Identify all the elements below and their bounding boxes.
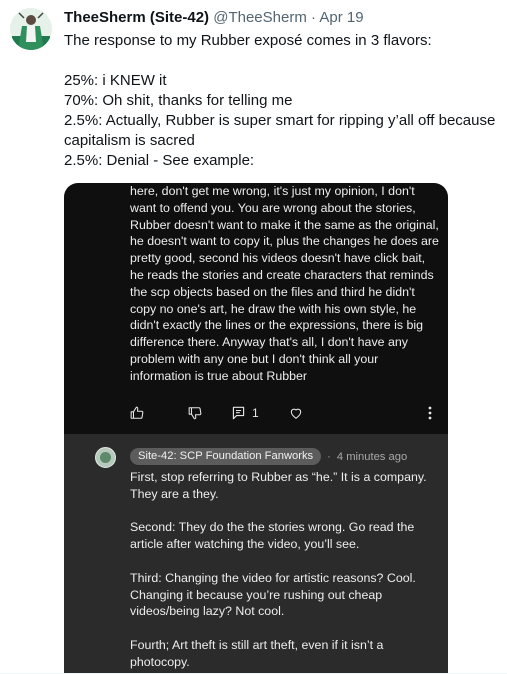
more-options-button[interactable] [428,403,432,423]
heart-icon [290,408,302,419]
reply-meta: Site-42: SCP Foundation Fanworks · 4 min… [130,448,407,465]
reply-time-separator: · [327,450,331,463]
comment-actions: 1 [64,403,448,425]
thumbs-up-icon [130,406,144,419]
embedded-screenshot[interactable]: here, don't get me wrong, it's just my o… [64,183,448,674]
reply-avatar-logo [100,452,111,463]
reply-avatar[interactable] [95,447,116,468]
reply-paragraph: Third: Changing the video for artistic r… [130,570,416,619]
tweet-line: 2.5%: Denial - See example: [64,152,255,169]
author-name[interactable]: TheeSherm (Site-42) [64,9,209,26]
reply-paragraph: Fourth; Art theft is still art theft, ev… [130,637,384,669]
like-button[interactable] [130,403,144,423]
thumbs-down-icon [188,407,202,420]
tweet-line: 2.5%: Actually, Rubber is super smart fo… [64,112,496,149]
reply-text: First, stop referring to Rubber as “he.”… [130,469,436,671]
tweet-date[interactable]: Apr 19 [319,9,363,26]
more-vertical-icon [428,406,432,420]
replies-button[interactable]: 1 [232,403,259,423]
heart-button[interactable] [289,403,303,423]
original-comment-text: here, don't get me wrong, it's just my o… [130,184,439,383]
author-avatar[interactable] [10,8,52,50]
reply-count: 1 [252,406,259,420]
reply-paragraph: Second: They do the the stories wrong. G… [130,520,415,552]
dislike-button[interactable] [188,403,202,423]
tweet-line: 70%: Oh shit, thanks for telling me [64,92,293,109]
channel-name-badge[interactable]: Site-42: SCP Foundation Fanworks [130,448,322,465]
author-handle[interactable]: @TheeSherm [213,9,307,26]
avatar-illustration [10,8,52,50]
tweet-header: TheeSherm (Site-42) @TheeSherm · Apr 19 [64,8,499,28]
reply-timestamp: 4 minutes ago [336,450,408,463]
tweet-line: The response to my Rubber exposé comes i… [64,32,432,49]
reply-paragraph: First, stop referring to Rubber as “he.”… [130,470,427,501]
header-separator: · [311,9,316,26]
reply-comment: Site-42: SCP Foundation Fanworks · 4 min… [64,434,448,674]
tweet-line: 25%: i KNEW it [64,72,167,89]
comment-icon [232,406,245,420]
tweet-text: The response to my Rubber exposé comes i… [64,31,504,171]
